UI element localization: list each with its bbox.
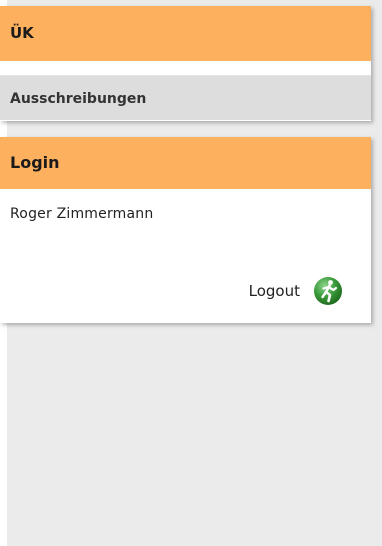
uk-panel: ÜK Ausschreibungen bbox=[0, 6, 371, 121]
uk-panel-title: ÜK bbox=[0, 6, 371, 61]
menu-item-ausschreibungen[interactable]: Ausschreibungen bbox=[0, 75, 371, 120]
logout-label[interactable]: Logout bbox=[249, 282, 300, 300]
login-panel: Login Roger Zimmermann Logout bbox=[0, 137, 371, 323]
user-name: Roger Zimmermann bbox=[10, 206, 154, 222]
login-panel-title: Login bbox=[0, 137, 371, 189]
logout-button[interactable]: Logout bbox=[249, 276, 343, 306]
exit-runner-icon[interactable] bbox=[313, 276, 343, 306]
